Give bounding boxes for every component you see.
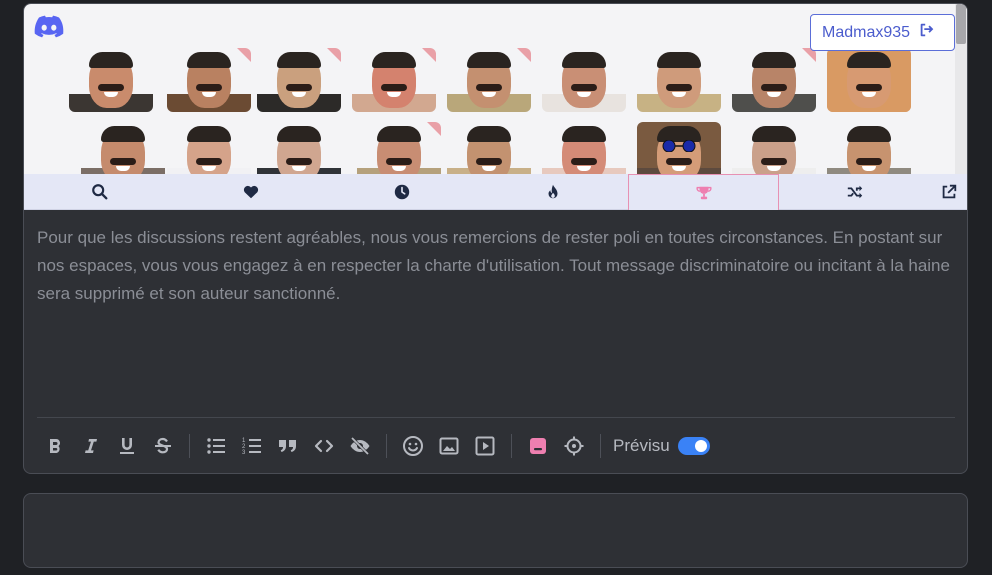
sticker-item[interactable] [167, 48, 251, 112]
spoiler-eye-slash-icon [349, 435, 371, 457]
tab-external[interactable] [930, 174, 967, 210]
emoji-button[interactable] [395, 429, 431, 463]
bold-button[interactable] [37, 429, 73, 463]
sticker-category-tabs [24, 174, 967, 210]
image-button[interactable] [431, 429, 467, 463]
sticker-button[interactable] [520, 429, 556, 463]
username-label: Madmax935 [822, 23, 911, 41]
shuffle-icon [846, 183, 864, 201]
strikethrough-icon [152, 435, 174, 457]
preview-label: Prévisu [613, 436, 670, 455]
preview-toggle[interactable] [677, 437, 710, 455]
bullet-list-button[interactable] [198, 429, 234, 463]
fire-icon [544, 183, 562, 201]
sticker-item[interactable] [637, 122, 721, 174]
tab-top[interactable] [628, 174, 779, 210]
tab-random[interactable] [779, 174, 930, 210]
trophy-icon [695, 184, 713, 202]
sticker-icon [527, 435, 549, 457]
quote-icon [277, 435, 299, 457]
sticker-item[interactable] [542, 48, 626, 112]
sticker-scrollbar[interactable] [955, 4, 967, 174]
sticker-item[interactable] [732, 122, 816, 174]
image-icon [438, 435, 460, 457]
sign-out-icon [918, 21, 936, 44]
code-icon [313, 435, 335, 457]
toolbar-divider [37, 417, 955, 418]
sticker-item[interactable] [447, 48, 531, 112]
settings-gear-icon [563, 435, 585, 457]
toggle-knob [694, 440, 707, 452]
external-link-icon [940, 183, 958, 201]
emoji-icon [402, 435, 424, 457]
scrollbar-thumb[interactable] [956, 4, 966, 44]
toolbar-separator [189, 434, 190, 458]
tab-trending[interactable] [477, 174, 628, 210]
sticker-item[interactable] [447, 122, 531, 174]
sticker-item[interactable] [81, 122, 165, 174]
sticker-item[interactable] [637, 48, 721, 112]
tab-favorites[interactable] [175, 174, 326, 210]
spoiler-eye-slash-button[interactable] [342, 429, 378, 463]
numbered-list-button[interactable]: 123 [234, 429, 270, 463]
italic-icon [80, 435, 102, 457]
bold-icon [44, 435, 66, 457]
sticker-item[interactable] [257, 48, 341, 112]
underline-button[interactable] [109, 429, 145, 463]
sticker-item[interactable] [357, 122, 441, 174]
sticker-item[interactable] [352, 48, 436, 112]
svg-text:3: 3 [242, 450, 246, 456]
tab-recent[interactable] [326, 174, 477, 210]
user-account-button[interactable]: Madmax935 [810, 14, 955, 51]
secondary-input-box[interactable] [23, 493, 968, 568]
numbered-list-icon: 123 [241, 435, 263, 457]
discord-logo-icon[interactable] [34, 14, 64, 38]
toolbar-separator [511, 434, 512, 458]
heart-icon [242, 183, 260, 201]
sticker-item[interactable] [827, 122, 911, 174]
sticker-item[interactable] [732, 48, 816, 112]
sticker-item[interactable] [542, 122, 626, 174]
toolbar-separator [600, 434, 601, 458]
video-play-button[interactable] [467, 429, 503, 463]
quote-button[interactable] [270, 429, 306, 463]
clock-icon [393, 183, 411, 201]
strikethrough-button[interactable] [145, 429, 181, 463]
underline-icon [116, 435, 138, 457]
tab-search[interactable] [24, 174, 175, 210]
video-play-icon [474, 435, 496, 457]
search-icon [91, 183, 109, 201]
sticker-item[interactable] [69, 48, 153, 112]
sticker-item[interactable] [167, 122, 251, 174]
italic-button[interactable] [73, 429, 109, 463]
sticker-panel: Madmax935 [24, 4, 967, 174]
settings-gear-button[interactable] [556, 429, 592, 463]
formatting-toolbar: 1 2 3 Prévisu [37, 429, 710, 463]
message-editor: Madmax935 Pour que les discussions reste… [23, 3, 968, 474]
code-button[interactable] [306, 429, 342, 463]
toolbar-separator [386, 434, 387, 458]
sticker-item[interactable] [257, 122, 341, 174]
sticker-item[interactable] [827, 48, 911, 112]
message-textarea[interactable]: Pour que les discussions restent agréabl… [37, 224, 952, 308]
bullet-list-icon [205, 435, 227, 457]
